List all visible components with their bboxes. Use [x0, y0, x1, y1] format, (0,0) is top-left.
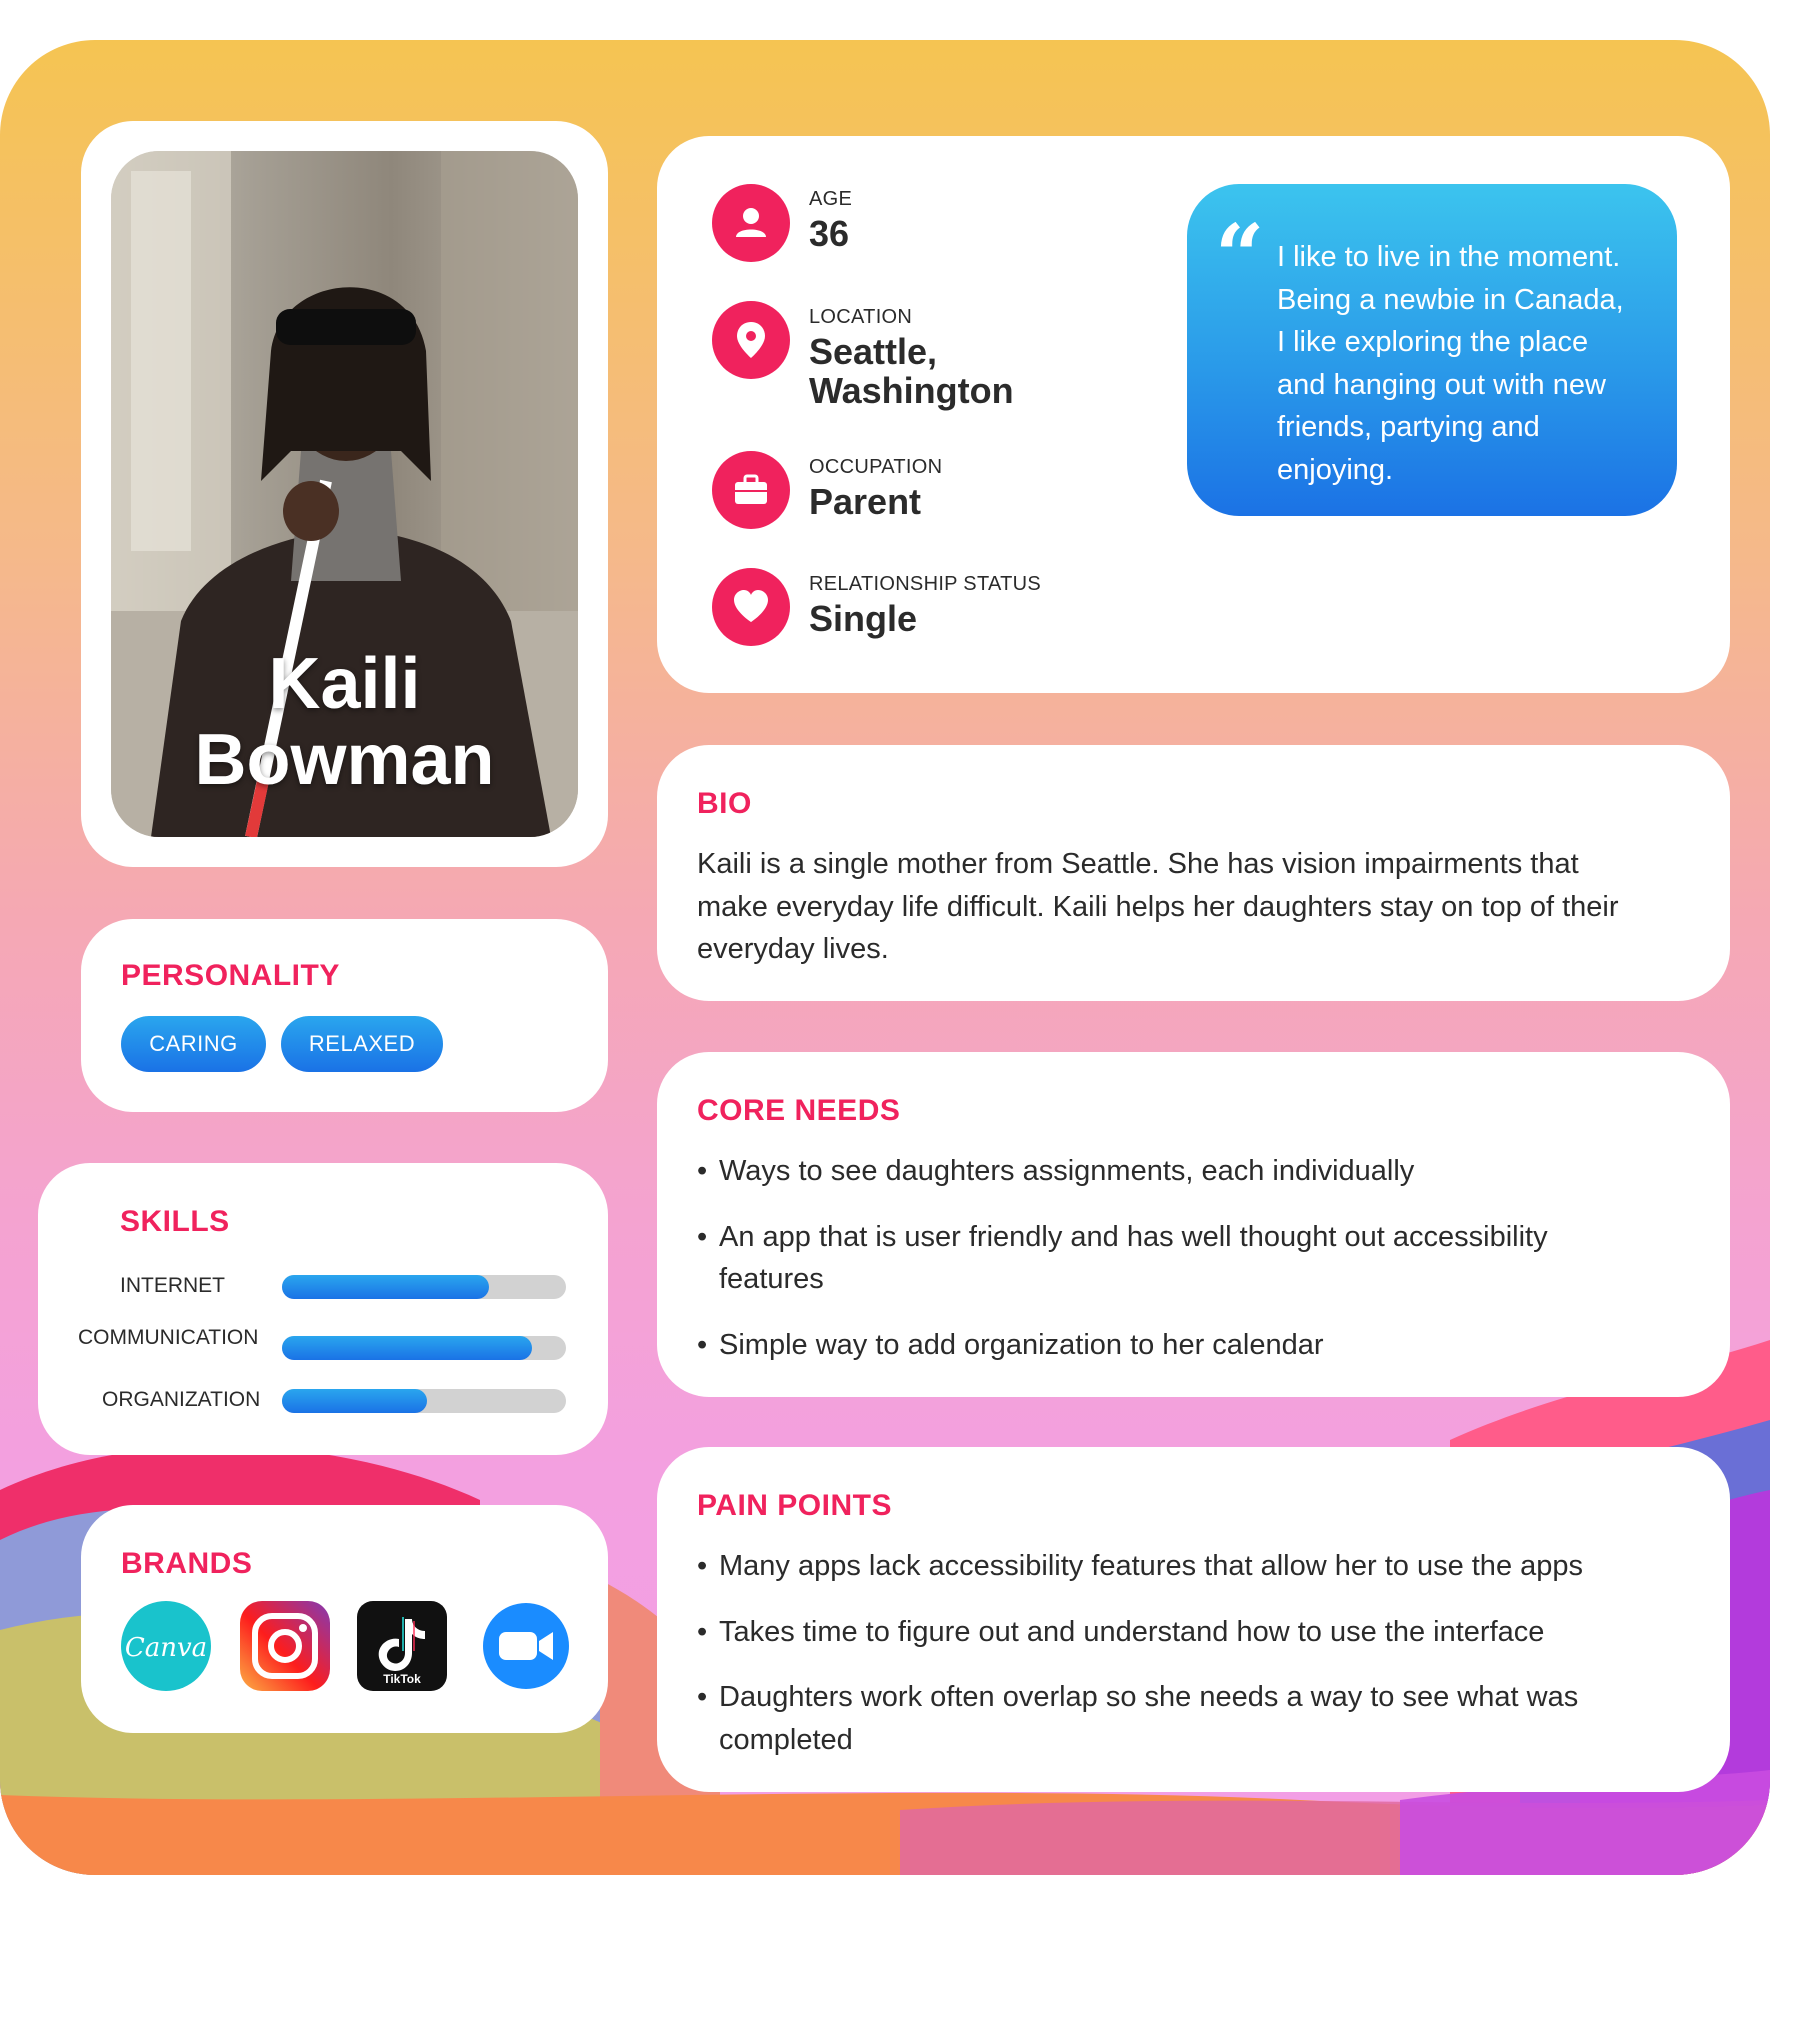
personality-heading: PERSONALITY: [121, 959, 340, 992]
instagram-logo-icon: [240, 1601, 330, 1691]
bio-line: everyday lives.: [697, 933, 889, 965]
list-item: Simple way to add organization to her ca…: [697, 1324, 1697, 1367]
skill-bar-organization: [282, 1389, 566, 1413]
core-needs-heading: CORE NEEDS: [697, 1094, 901, 1127]
skill-label-organization: ORGANIZATION: [102, 1388, 261, 1411]
persona-last-name: Bowman: [194, 720, 495, 800]
quote-line: I like exploring the place: [1277, 326, 1589, 358]
user-icon: [712, 184, 790, 262]
persona-name: Kaili Bowman: [111, 646, 578, 798]
skill-bar-communication: [282, 1336, 566, 1360]
canva-logo-icon: Canva: [121, 1601, 211, 1691]
map-pin-icon: [712, 301, 790, 379]
personality-card: PERSONALITY CARING RELAXED: [81, 919, 608, 1112]
list-item: Many apps lack accessibility features th…: [697, 1545, 1697, 1588]
relationship-label: RELATIONSHIP STATUS: [809, 573, 1042, 595]
svg-text:Canva: Canva: [125, 1633, 207, 1663]
zoom-logo-icon: [483, 1603, 569, 1689]
brands-heading: BRANDS: [121, 1547, 253, 1580]
persona-photo-card: Kaili Bowman: [81, 121, 608, 867]
location-value-state: Washington: [809, 370, 1014, 411]
relationship-value: Single: [809, 598, 918, 639]
persona-photo: Kaili Bowman: [111, 151, 578, 837]
bio-line: make everyday life difficult. Kaili help…: [697, 890, 1619, 923]
quote-line: I like to live in the moment.: [1277, 241, 1621, 273]
pain-points-card: PAIN POINTS Many apps lack accessibility…: [657, 1447, 1730, 1792]
location-value-city: Seattle,: [809, 331, 938, 372]
bio-heading: BIO: [697, 787, 752, 820]
list-item: An app that is user friendly and has wel…: [697, 1216, 1619, 1301]
skills-card: SKILLS INTERNET COMMUNICATION ORGANIZATI…: [38, 1163, 608, 1455]
occupation-label: OCCUPATION: [809, 456, 943, 478]
skill-label-communication: COMMUNICATION: [78, 1326, 259, 1349]
list-item: Daughters work often overlap so she need…: [697, 1676, 1639, 1761]
bio-line: Kaili is a single mother from Seattle. S…: [697, 848, 1579, 880]
list-item: Takes time to figure out and understand …: [697, 1611, 1697, 1654]
personality-tag-relaxed: RELAXED: [281, 1016, 443, 1072]
pain-points-list: Many apps lack accessibility features th…: [697, 1545, 1697, 1784]
bio-text: Kaili is a single mother from Seattle. S…: [697, 843, 1697, 971]
location-label: LOCATION: [809, 306, 913, 328]
skills-heading: SKILLS: [120, 1205, 230, 1238]
persona-first-name: Kaili: [268, 644, 421, 724]
core-needs-list: Ways to see daughters assignments, each …: [697, 1150, 1697, 1389]
svg-text:TikTok: TikTok: [383, 1672, 421, 1686]
skill-bar-fill-organization: [282, 1389, 427, 1413]
occupation-value: Parent: [809, 481, 922, 522]
age-value: 36: [809, 213, 850, 254]
quote-bubble: “ I like to live in the moment. Being a …: [1187, 184, 1677, 516]
heart-icon: [712, 568, 790, 646]
pain-points-heading: PAIN POINTS: [697, 1489, 892, 1522]
tiktok-logo-icon: TikTok: [357, 1601, 447, 1691]
core-needs-card: CORE NEEDS Ways to see daughters assignm…: [657, 1052, 1730, 1397]
age-label: AGE: [809, 188, 853, 210]
skill-bar-internet: [282, 1275, 566, 1299]
skill-bar-fill-communication: [282, 1336, 532, 1360]
quote-mark-icon: “: [1215, 206, 1265, 307]
brands-card: BRANDS Canva TikTok: [81, 1505, 608, 1733]
list-item: Ways to see daughters assignments, each …: [697, 1150, 1697, 1193]
quote-line: Being a newbie in Canada,: [1277, 283, 1624, 316]
quote-text: I like to live in the moment. Being a ne…: [1277, 236, 1657, 491]
skill-label-internet: INTERNET: [120, 1274, 225, 1297]
quote-line: enjoying.: [1277, 453, 1394, 486]
quote-line: friends, partying and: [1277, 411, 1540, 443]
personality-tag-caring: CARING: [121, 1016, 266, 1072]
briefcase-icon: [712, 451, 790, 529]
quote-line: and hanging out with new: [1277, 368, 1606, 401]
demographics-card: AGE 36 LOCATION Seattle, Washington OCCU…: [657, 136, 1730, 693]
bio-card: BIO Kaili is a single mother from Seattl…: [657, 745, 1730, 1001]
skill-bar-fill-internet: [282, 1275, 490, 1299]
